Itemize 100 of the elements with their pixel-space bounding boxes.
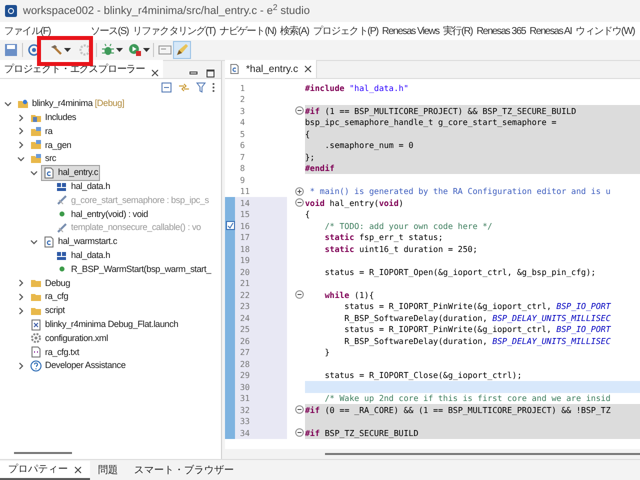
line-number: 1 bbox=[239, 82, 245, 94]
close-icon[interactable] bbox=[304, 65, 312, 73]
panel-tab[interactable]: スマート・ブラウザー bbox=[126, 461, 242, 480]
tree-item[interactable]: R_BSP_WarmStart(bsp_warm_start_ bbox=[54, 262, 213, 278]
collapse-icon[interactable] bbox=[294, 428, 304, 438]
tree-item[interactable]: src bbox=[28, 151, 58, 167]
tree-item[interactable]: hal_entry(void) : void bbox=[54, 206, 150, 222]
panel-tab[interactable]: プロパティー bbox=[0, 461, 90, 480]
code-line: * main() is generated by the RA Configuration editor and is u bbox=[308, 186, 612, 197]
project-folder-icon bbox=[17, 98, 29, 110]
expand-icon[interactable] bbox=[294, 186, 304, 196]
tree-item[interactable]: hal_entry.c bbox=[41, 165, 100, 181]
run-icon[interactable] bbox=[127, 41, 143, 59]
maximize-icon[interactable] bbox=[206, 69, 215, 78]
tree-item[interactable]: Developer Assistance bbox=[28, 358, 128, 374]
line-number: 16 bbox=[239, 220, 250, 232]
menu-item[interactable]: ソース(S) bbox=[88, 24, 130, 38]
line-number: 11 bbox=[239, 185, 250, 198]
line-number: 24 bbox=[239, 312, 250, 324]
code-line: R_BSP_SoftwareDelay(duration, BSP_DELAY_UNITS_MILLISEC bbox=[343, 335, 612, 346]
menu-item[interactable]: 検索(A) bbox=[278, 24, 311, 38]
menu-item[interactable]: 実行(R) bbox=[441, 24, 474, 38]
line-number: 17 bbox=[239, 231, 250, 244]
help-icon bbox=[30, 360, 42, 372]
collapse-icon[interactable] bbox=[294, 198, 304, 208]
scrollbar-thumb[interactable] bbox=[325, 453, 640, 455]
chevron-right-icon[interactable] bbox=[17, 279, 25, 288]
source-folder-icon bbox=[30, 139, 42, 152]
caret-icon[interactable] bbox=[143, 48, 150, 52]
chevron-right-icon[interactable] bbox=[17, 127, 25, 136]
close-icon[interactable] bbox=[151, 69, 160, 77]
text-file-icon bbox=[30, 346, 42, 358]
filter-icon[interactable] bbox=[196, 82, 206, 92]
tree-item[interactable]: ra_cfg.txt bbox=[28, 344, 82, 360]
chevron-right-icon[interactable] bbox=[17, 362, 25, 370]
caret-icon[interactable] bbox=[64, 48, 71, 52]
launch-file-icon bbox=[30, 318, 42, 331]
source-folder-icon bbox=[30, 126, 42, 138]
code-line: status = R_IOPORT_PinWrite(&g_ioport_ctrl, BSP_IO_PORT bbox=[343, 324, 612, 335]
menu-item[interactable]: ファイル(F) bbox=[2, 24, 52, 38]
tree-item[interactable]: hal_warmstart.c bbox=[41, 234, 120, 250]
code-line: status = R_IOPORT_Close(&g_ioport_ctrl); bbox=[324, 370, 523, 381]
tree-item[interactable]: Debug bbox=[28, 276, 72, 292]
window-title: workspace002 - blinky_r4minima/src/hal_entry.c - e$^{2}$ studio bbox=[23, 2, 310, 19]
menu-item[interactable]: Renesas 365 bbox=[474, 24, 528, 38]
slashed-variable-icon bbox=[56, 194, 68, 206]
tree-item[interactable]: script bbox=[28, 303, 67, 319]
chevron-down-icon[interactable] bbox=[30, 238, 38, 246]
collapse-all-icon[interactable] bbox=[161, 82, 172, 92]
menu-item[interactable]: プロジェクト(P) bbox=[310, 24, 380, 38]
scrollbar-thumb[interactable] bbox=[14, 452, 72, 454]
tree-item[interactable]: blinky_r4minima Debug_Flat.launch bbox=[28, 316, 180, 332]
save-icon[interactable] bbox=[3, 41, 19, 59]
code-line: } bbox=[324, 346, 331, 358]
tree-item[interactable]: hal_data.h bbox=[54, 248, 112, 264]
chevron-right-icon[interactable] bbox=[17, 141, 25, 150]
line-number: 27 bbox=[239, 346, 250, 358]
tree-item[interactable]: ra bbox=[28, 124, 54, 140]
tree-item[interactable]: blinky_r4minima [Debug] bbox=[15, 96, 126, 112]
collapse-icon[interactable] bbox=[294, 290, 304, 300]
collapse-icon[interactable] bbox=[294, 405, 304, 414]
collapse-icon[interactable] bbox=[294, 106, 304, 116]
chevron-down-icon[interactable] bbox=[30, 168, 38, 177]
c-file-icon bbox=[229, 63, 240, 75]
line-number: 34 bbox=[239, 426, 250, 439]
editor-tab[interactable]: *hal_entry.c bbox=[225, 60, 318, 78]
menu-item[interactable]: ウィンドウ(W) bbox=[574, 24, 637, 38]
pen-toggle-button[interactable] bbox=[173, 41, 191, 59]
line-number: 18 bbox=[239, 242, 250, 255]
menu-icon[interactable] bbox=[212, 82, 215, 92]
tree-item[interactable]: configuration.xml bbox=[28, 330, 110, 346]
code-line: { bbox=[305, 208, 311, 220]
line-number: 14 bbox=[239, 196, 250, 209]
source-folder-icon bbox=[30, 153, 42, 166]
menu-item[interactable]: ナビゲート(N) bbox=[217, 24, 278, 38]
line-number: 31 bbox=[239, 392, 250, 404]
line-number: 33 bbox=[239, 415, 250, 428]
line-number: 15 bbox=[239, 208, 250, 220]
line-number: 6 bbox=[239, 139, 245, 152]
menu-item[interactable]: Renesas AI bbox=[528, 24, 574, 38]
caret-icon[interactable] bbox=[116, 48, 123, 52]
tree-item[interactable]: Includes bbox=[28, 110, 78, 126]
chevron-right-icon[interactable] bbox=[17, 293, 25, 302]
menu-item[interactable]: リファクタリング(T) bbox=[130, 24, 218, 38]
chevron-down-icon[interactable] bbox=[17, 155, 25, 164]
tree-item[interactable]: hal_data.h bbox=[54, 178, 112, 194]
tree-item[interactable]: ra_gen bbox=[28, 138, 74, 154]
tree-item[interactable]: ra_cfg bbox=[28, 289, 70, 305]
line-number: 5 bbox=[239, 128, 245, 140]
line-number: 8 bbox=[239, 162, 245, 174]
code-line: static uint16_t duration = 250; bbox=[324, 243, 479, 254]
panel-tab[interactable]: 問題 bbox=[90, 461, 126, 480]
line-number: 32 bbox=[239, 404, 250, 416]
chevron-right-icon[interactable] bbox=[17, 306, 25, 315]
chevron-down-icon[interactable] bbox=[4, 100, 12, 108]
chevron-right-icon[interactable] bbox=[17, 114, 25, 122]
line-number: 19 bbox=[239, 254, 250, 266]
menu-item[interactable]: Renesas Views bbox=[380, 24, 442, 38]
close-icon[interactable] bbox=[74, 466, 82, 474]
code-line: status = R_IOPORT_PinWrite(&g_ioport_ctrl, BSP_IO_PORT bbox=[343, 300, 612, 312]
